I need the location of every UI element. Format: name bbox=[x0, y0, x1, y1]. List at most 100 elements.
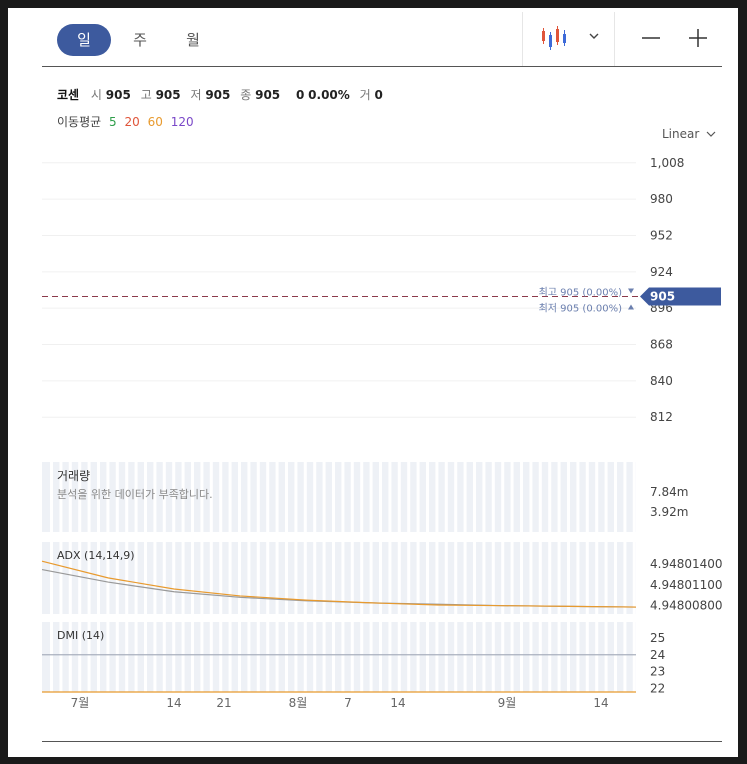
panel-stripe bbox=[332, 542, 335, 614]
panel-stripe bbox=[454, 462, 458, 532]
panel-stripe bbox=[360, 542, 364, 614]
panel-stripe bbox=[557, 542, 561, 614]
chart-canvas[interactable]: 1,008980952924896868840812최고 905 (0.00%)… bbox=[8, 8, 738, 757]
panel-stripe bbox=[181, 622, 185, 692]
price-tick-label: 840 bbox=[650, 374, 673, 388]
x-axis-label: 14 bbox=[390, 696, 405, 710]
panel-stripe bbox=[285, 622, 288, 692]
panel-stripe bbox=[181, 542, 185, 614]
panel-stripe bbox=[228, 542, 232, 614]
panel-stripe bbox=[548, 622, 552, 692]
panel-stripe bbox=[482, 622, 486, 692]
panel-stripe bbox=[435, 542, 439, 614]
panel-stripe bbox=[247, 622, 251, 692]
high-marker-label: 최고 905 (0.00%) bbox=[539, 286, 623, 298]
dmi-title: DMI (14) bbox=[57, 629, 105, 642]
panel-stripe bbox=[604, 622, 608, 692]
panel-stripe bbox=[510, 462, 514, 532]
panel-stripe bbox=[294, 542, 298, 614]
panel-stripe bbox=[256, 462, 260, 532]
panel-stripe bbox=[435, 622, 439, 692]
panel-stripe bbox=[538, 542, 542, 614]
panel-stripe bbox=[397, 462, 401, 532]
x-axis-label: 9월 bbox=[498, 696, 517, 710]
panel-stripe bbox=[585, 542, 589, 614]
volume-title: 거래량 bbox=[57, 469, 91, 483]
x-axis-label: 8월 bbox=[289, 696, 308, 710]
panel-stripe bbox=[275, 622, 279, 692]
panel-stripe bbox=[397, 622, 401, 692]
panel-stripe bbox=[388, 622, 392, 692]
panel-stripe bbox=[426, 462, 429, 532]
panel-stripe bbox=[576, 462, 580, 532]
panel-stripe bbox=[313, 542, 317, 614]
panel-stripe bbox=[266, 462, 270, 532]
panel-stripe bbox=[501, 542, 505, 614]
volume-tick-label: 3.92m bbox=[650, 505, 688, 519]
panel-background bbox=[42, 622, 636, 692]
panel-stripe bbox=[557, 462, 561, 532]
panel-stripe bbox=[275, 542, 279, 614]
panel-stripe bbox=[444, 542, 448, 614]
panel-stripe bbox=[557, 622, 561, 692]
panel-stripe bbox=[238, 542, 241, 614]
panel-stripe bbox=[510, 542, 514, 614]
panel-stripe bbox=[416, 622, 420, 692]
panel-stripe bbox=[313, 462, 317, 532]
panel-stripe bbox=[604, 462, 608, 532]
price-tick-label: 952 bbox=[650, 228, 673, 242]
adx-tick-label: 4.94801400 bbox=[650, 557, 723, 571]
panel-stripe bbox=[632, 462, 636, 532]
adx-tick-label: 4.94800800 bbox=[650, 599, 723, 613]
panel-stripe bbox=[209, 622, 213, 692]
panel-stripe bbox=[510, 622, 514, 692]
panel-stripe bbox=[341, 622, 345, 692]
low-marker-arrow bbox=[628, 304, 634, 310]
dmi-tick-label: 22 bbox=[650, 682, 665, 696]
dmi-tick-label: 24 bbox=[650, 648, 665, 662]
volume-message: 분석을 위한 데이터가 부족합니다. bbox=[57, 488, 213, 501]
panel-stripe bbox=[482, 542, 486, 614]
panel-stripe bbox=[322, 622, 326, 692]
panel-stripe bbox=[632, 622, 636, 692]
panel-stripe bbox=[209, 542, 213, 614]
panel-stripe bbox=[491, 622, 495, 692]
panel-stripe bbox=[285, 462, 288, 532]
panel-stripe bbox=[614, 542, 617, 614]
panel-stripe bbox=[473, 542, 476, 614]
panel-stripe bbox=[473, 462, 476, 532]
panel-stripe bbox=[332, 462, 335, 532]
panel-stripe bbox=[585, 622, 589, 692]
high-marker-arrow bbox=[628, 288, 634, 294]
panel-stripe bbox=[623, 622, 627, 692]
panel-stripe bbox=[285, 542, 288, 614]
panel-stripe bbox=[463, 622, 467, 692]
price-tick-label: 868 bbox=[650, 338, 673, 352]
panel-stripe bbox=[322, 542, 326, 614]
panel-stripe bbox=[162, 622, 166, 692]
x-axis-label: 14 bbox=[593, 696, 608, 710]
panel-stripe bbox=[463, 542, 467, 614]
panel-stripe bbox=[191, 542, 194, 614]
panel-stripe bbox=[50, 462, 53, 532]
panel-stripe bbox=[303, 542, 307, 614]
panel-stripe bbox=[520, 622, 523, 692]
panel-stripe bbox=[191, 622, 194, 692]
panel-stripe bbox=[520, 542, 523, 614]
footer-divider bbox=[42, 741, 722, 742]
panel-stripe bbox=[162, 542, 166, 614]
panel-stripe bbox=[266, 622, 270, 692]
dmi-tick-label: 23 bbox=[650, 665, 665, 679]
panel-stripe bbox=[294, 462, 298, 532]
price-tick-label: 924 bbox=[650, 265, 673, 279]
panel-stripe bbox=[360, 462, 364, 532]
panel-stripe bbox=[134, 622, 138, 692]
panel-stripe bbox=[463, 462, 467, 532]
low-marker-label: 최저 905 (0.00%) bbox=[539, 302, 623, 314]
panel-stripe bbox=[454, 542, 458, 614]
panel-stripe bbox=[115, 622, 119, 692]
panel-stripe bbox=[350, 542, 354, 614]
panel-stripe bbox=[256, 542, 260, 614]
panel-stripe bbox=[50, 542, 53, 614]
panel-stripe bbox=[454, 622, 458, 692]
